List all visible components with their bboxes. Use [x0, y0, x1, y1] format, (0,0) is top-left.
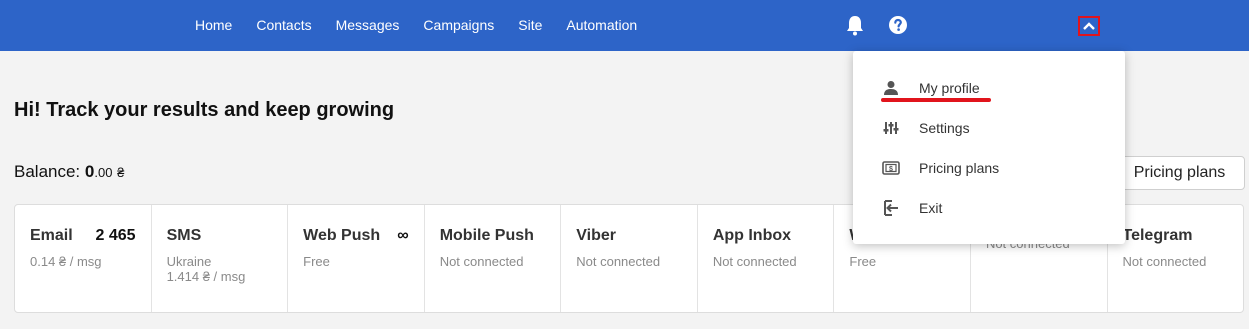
channel-sms[interactable]: SMS Ukraine 1.414 ₴ / msg	[152, 205, 289, 312]
channel-status: Not connected	[576, 254, 661, 269]
channel-count: 2 465	[95, 227, 136, 244]
channel-region: Ukraine	[166, 254, 212, 269]
nav-messages[interactable]: Messages	[324, 0, 412, 51]
channel-status: Not connected	[1122, 254, 1207, 269]
channel-name: App Inbox	[712, 227, 792, 244]
menu-item-label: Pricing plans	[919, 160, 1000, 176]
balance-label: Balance:	[14, 162, 85, 181]
channel-mobile-push[interactable]: Mobile Push Not connected	[425, 205, 562, 312]
channel-name: Web Push	[303, 227, 381, 244]
channel-status: Free	[303, 254, 330, 269]
channel-name: Telegram	[1122, 227, 1193, 244]
chevron-up-icon	[1083, 17, 1095, 35]
menu-item-exit[interactable]: Exit	[853, 190, 1125, 226]
page-greeting: Hi! Track your results and keep growing	[14, 99, 395, 121]
nav-automation[interactable]: Automation	[554, 0, 649, 51]
channel-price: 1.414 ₴ / msg	[166, 269, 246, 284]
channel-app-inbox[interactable]: App Inbox Not connected	[698, 205, 835, 312]
pricing-plans-button[interactable]: Pricing plans	[1114, 156, 1245, 190]
channel-email[interactable]: Email 2 465 0.14 ₴ / msg	[15, 205, 152, 312]
nav-campaigns[interactable]: Campaigns	[411, 0, 506, 51]
channel-price: 0.14 ₴ / msg	[30, 254, 102, 269]
nav-contacts[interactable]: Contacts	[244, 0, 323, 51]
menu-item-label: Exit	[919, 200, 943, 216]
top-navigation-bar: Home Contacts Messages Campaigns Site Au…	[0, 0, 1249, 51]
menu-item-label: My profile	[919, 80, 980, 96]
menu-item-label: Settings	[919, 120, 970, 136]
channel-telegram[interactable]: Telegram Not connected	[1108, 205, 1244, 312]
menu-item-settings[interactable]: Settings	[853, 110, 1125, 146]
money-icon: $	[881, 158, 901, 178]
balance-display: Balance: 0.00 ₴	[14, 162, 124, 182]
balance-currency: ₴	[117, 165, 125, 180]
account-menu-toggle[interactable]	[1078, 16, 1100, 36]
user-icon	[881, 78, 901, 98]
highlight-underline	[881, 98, 991, 102]
menu-item-pricing-plans[interactable]: $ Pricing plans	[853, 150, 1125, 186]
channel-viber[interactable]: Viber Not connected	[561, 205, 698, 312]
balance-integer: 0	[84, 162, 95, 181]
account-dropdown-menu: My profile Settings $ Pricing plans Exit	[853, 51, 1125, 244]
nav-site[interactable]: Site	[506, 0, 554, 51]
channel-name: Mobile Push	[439, 227, 534, 244]
bell-icon[interactable]	[845, 14, 865, 36]
channel-web-push[interactable]: Web Push ∞ Free	[288, 205, 425, 312]
balance-decimal: .00	[94, 165, 113, 180]
channel-status: Not connected	[712, 254, 797, 269]
svg-text:$: $	[889, 166, 893, 173]
help-icon[interactable]	[888, 15, 908, 35]
sliders-icon	[881, 118, 901, 138]
exit-icon	[881, 198, 901, 218]
channel-status: Not connected	[439, 254, 524, 269]
channel-name: SMS	[166, 227, 202, 244]
infinity-badge: ∞	[397, 227, 409, 244]
channel-name: Viber	[576, 227, 616, 244]
channel-status: Free	[849, 254, 877, 269]
nav-home[interactable]: Home	[183, 0, 244, 51]
main-nav: Home Contacts Messages Campaigns Site Au…	[183, 0, 649, 51]
